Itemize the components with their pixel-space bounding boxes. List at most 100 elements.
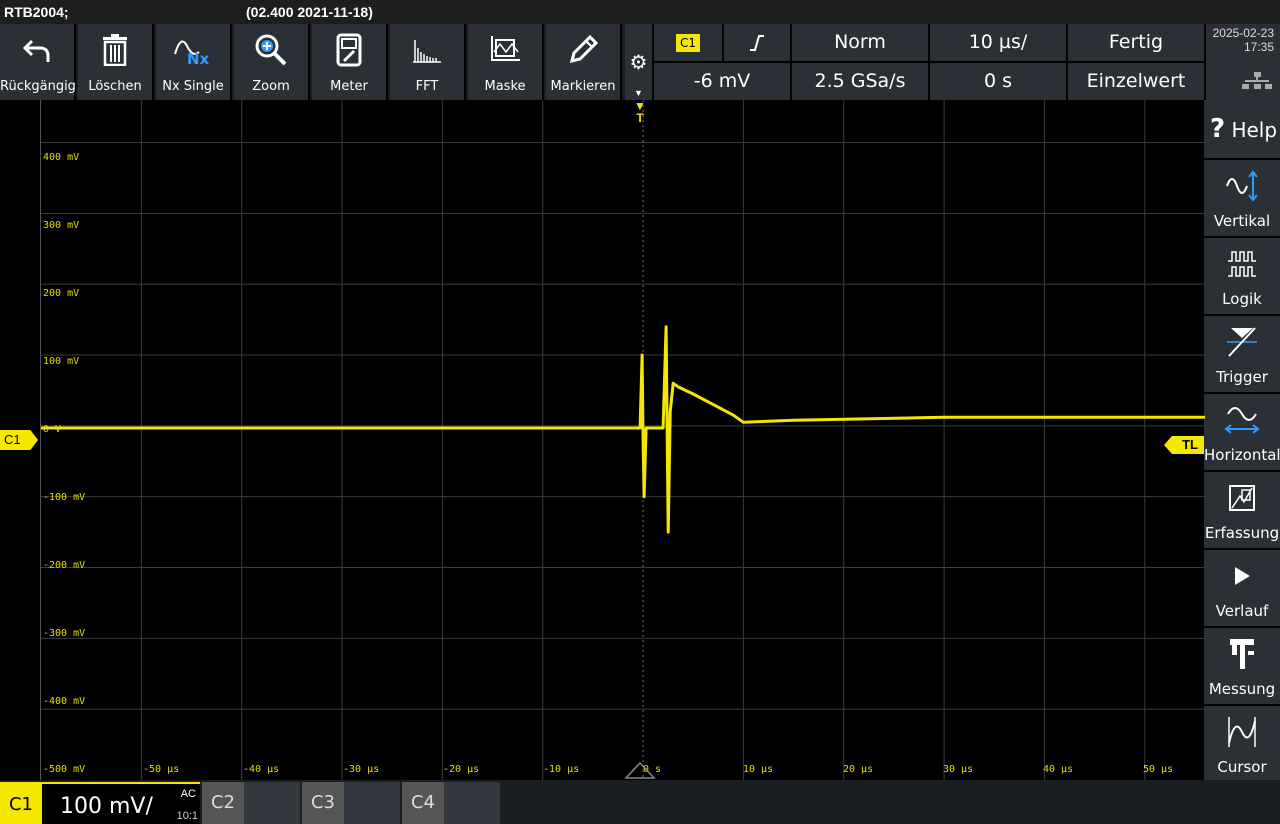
caliper-icon bbox=[1204, 636, 1280, 672]
horizontal-icon bbox=[1204, 402, 1280, 438]
channel-4-tab[interactable]: C4 bbox=[402, 782, 500, 824]
waveform-display[interactable]: 400 mV 300 mV 200 mV 100 mV 0 V -100 mV … bbox=[40, 100, 1205, 780]
x-axis-label: 40 µs bbox=[1043, 764, 1074, 775]
meter-label: Meter bbox=[330, 79, 368, 94]
caret-down-icon: ▼ bbox=[634, 88, 643, 98]
logic-menu-item[interactable]: Logik bbox=[1204, 238, 1280, 314]
x-axis-label: -20 µs bbox=[443, 764, 480, 775]
delete-button[interactable]: Löschen bbox=[78, 24, 154, 100]
nx-single-button[interactable]: Nx Nx Single bbox=[156, 24, 232, 100]
trigger-menu-item[interactable]: Trigger bbox=[1204, 316, 1280, 392]
trigger-source[interactable]: C1 bbox=[654, 24, 722, 61]
title-bar: RTB2004; (02.400 2021-11-18) bbox=[0, 0, 1280, 24]
cursor-menu-item[interactable]: Cursor bbox=[1204, 706, 1280, 782]
svg-text:Nx: Nx bbox=[187, 50, 210, 66]
trigger-slope[interactable] bbox=[724, 24, 790, 61]
x-axis-label: -30 µs bbox=[343, 764, 380, 775]
vertical-icon bbox=[1204, 168, 1280, 204]
acquisition-icon bbox=[1204, 480, 1280, 516]
vertical-label: Vertikal bbox=[1213, 212, 1271, 230]
x-axis-label: 20 µs bbox=[843, 764, 874, 775]
timebase[interactable]: 10 µs/ bbox=[930, 24, 1066, 61]
undo-label: Rückgängig bbox=[0, 79, 76, 94]
horizontal-label: Horizontal bbox=[1204, 446, 1280, 464]
date: 2025-02-23 bbox=[1212, 26, 1274, 40]
x-axis-label: -50 µs bbox=[143, 764, 180, 775]
mask-icon bbox=[468, 30, 542, 70]
trigger-mode[interactable]: Norm bbox=[792, 24, 928, 61]
trigger-position-marker[interactable]: ▼ T bbox=[633, 100, 647, 130]
waveform-trace-c1 bbox=[41, 325, 1205, 534]
trigger-level[interactable]: -6 mV bbox=[654, 63, 790, 100]
zoom-icon bbox=[234, 30, 308, 70]
mark-button[interactable]: Markieren bbox=[546, 24, 622, 100]
help-button[interactable]: ? Help bbox=[1204, 100, 1280, 158]
play-icon bbox=[1204, 558, 1280, 594]
settings-button[interactable]: ⚙ ▼ bbox=[625, 24, 652, 100]
horizontal-menu-item[interactable]: Horizontal bbox=[1204, 394, 1280, 470]
channel-1-tab[interactable]: C1 100 mV/ AC 10:1 bbox=[0, 782, 200, 824]
network-icon bbox=[1242, 72, 1272, 89]
y-axis-label: 0 V bbox=[43, 424, 62, 435]
zoom-label: Zoom bbox=[252, 79, 290, 94]
y-axis-label: 300 mV bbox=[43, 220, 80, 231]
mask-label: Maske bbox=[484, 79, 526, 94]
sample-rate[interactable]: 2.5 GSa/s bbox=[792, 63, 928, 100]
x-axis-label: -10 µs bbox=[543, 764, 580, 775]
fft-icon bbox=[390, 30, 464, 70]
history-menu-item[interactable]: Verlauf bbox=[1204, 550, 1280, 626]
channel-bar: C1 100 mV/ AC 10:1 C2 C3 C4 bbox=[0, 780, 1280, 824]
y-axis-label: -200 mV bbox=[43, 560, 86, 571]
firmware-version: (02.400 2021-11-18) bbox=[246, 4, 373, 20]
undo-button[interactable]: Rückgängig bbox=[0, 24, 76, 100]
channel-3-name: C3 bbox=[302, 782, 344, 824]
delete-label: Löschen bbox=[88, 79, 142, 94]
status-panel: C1 Norm 10 µs/ Fertig -6 mV 2.5 GSa/s 0 … bbox=[654, 24, 1204, 100]
mark-label: Markieren bbox=[550, 79, 616, 94]
device-name: RTB2004; bbox=[4, 4, 69, 20]
measurement-label: Messung bbox=[1208, 680, 1276, 698]
acquisition-state[interactable]: Fertig bbox=[1068, 24, 1204, 61]
nx-single-icon: Nx bbox=[156, 30, 230, 70]
horizontal-position[interactable]: 0 s bbox=[930, 63, 1066, 100]
gear-icon: ⚙ bbox=[629, 52, 648, 74]
acquisition-menu-item[interactable]: Erfassung bbox=[1204, 472, 1280, 548]
channel-1-probe: 10:1 bbox=[176, 810, 198, 822]
clock: 2025-02-23 17:35 bbox=[1206, 24, 1280, 100]
fft-button[interactable]: FFT bbox=[390, 24, 466, 100]
trigger-level-marker[interactable]: TL bbox=[1164, 436, 1204, 454]
nx-single-label: Nx Single bbox=[162, 79, 224, 94]
side-menu: ? Help Vertikal Logik Trigger Horizontal… bbox=[1204, 100, 1280, 782]
y-axis-label: 400 mV bbox=[43, 152, 80, 163]
zoom-button[interactable]: Zoom bbox=[234, 24, 310, 100]
y-axis-label: -400 mV bbox=[43, 696, 86, 707]
help-icon: ? bbox=[1210, 114, 1226, 144]
channel-2-name: C2 bbox=[202, 782, 244, 824]
trigger-icon bbox=[1204, 324, 1280, 360]
waveform-grid bbox=[41, 100, 1205, 780]
vertical-menu-item[interactable]: Vertikal bbox=[1204, 160, 1280, 236]
meter-button[interactable]: Meter bbox=[312, 24, 388, 100]
cursor-label: Cursor bbox=[1217, 758, 1267, 776]
acquisition-mode[interactable]: Einzelwert bbox=[1068, 63, 1204, 100]
horizontal-position-marker[interactable] bbox=[624, 760, 656, 780]
trash-icon bbox=[78, 30, 152, 70]
x-axis-label: -40 µs bbox=[243, 764, 280, 775]
y-axis-label: -100 mV bbox=[43, 492, 86, 503]
help-label: Help bbox=[1231, 118, 1278, 142]
channel-2-tab[interactable]: C2 bbox=[202, 782, 300, 824]
measurement-menu-item[interactable]: Messung bbox=[1204, 628, 1280, 704]
fft-label: FFT bbox=[415, 79, 439, 94]
x-axis-label: 10 µs bbox=[743, 764, 774, 775]
mask-button[interactable]: Maske bbox=[468, 24, 544, 100]
x-axis-label: 30 µs bbox=[943, 764, 974, 775]
channel-1-name: C1 bbox=[0, 784, 42, 824]
channel-4-name: C4 bbox=[402, 782, 444, 824]
y-axis-label: 200 mV bbox=[43, 288, 80, 299]
history-label: Verlauf bbox=[1215, 602, 1269, 620]
channel-3-tab[interactable]: C3 bbox=[302, 782, 400, 824]
channel-offset-marker[interactable]: C1 bbox=[0, 430, 38, 450]
trigger-label: Trigger bbox=[1216, 368, 1268, 386]
y-axis-label: -500 mV bbox=[43, 764, 86, 775]
rising-edge-icon bbox=[750, 34, 764, 51]
